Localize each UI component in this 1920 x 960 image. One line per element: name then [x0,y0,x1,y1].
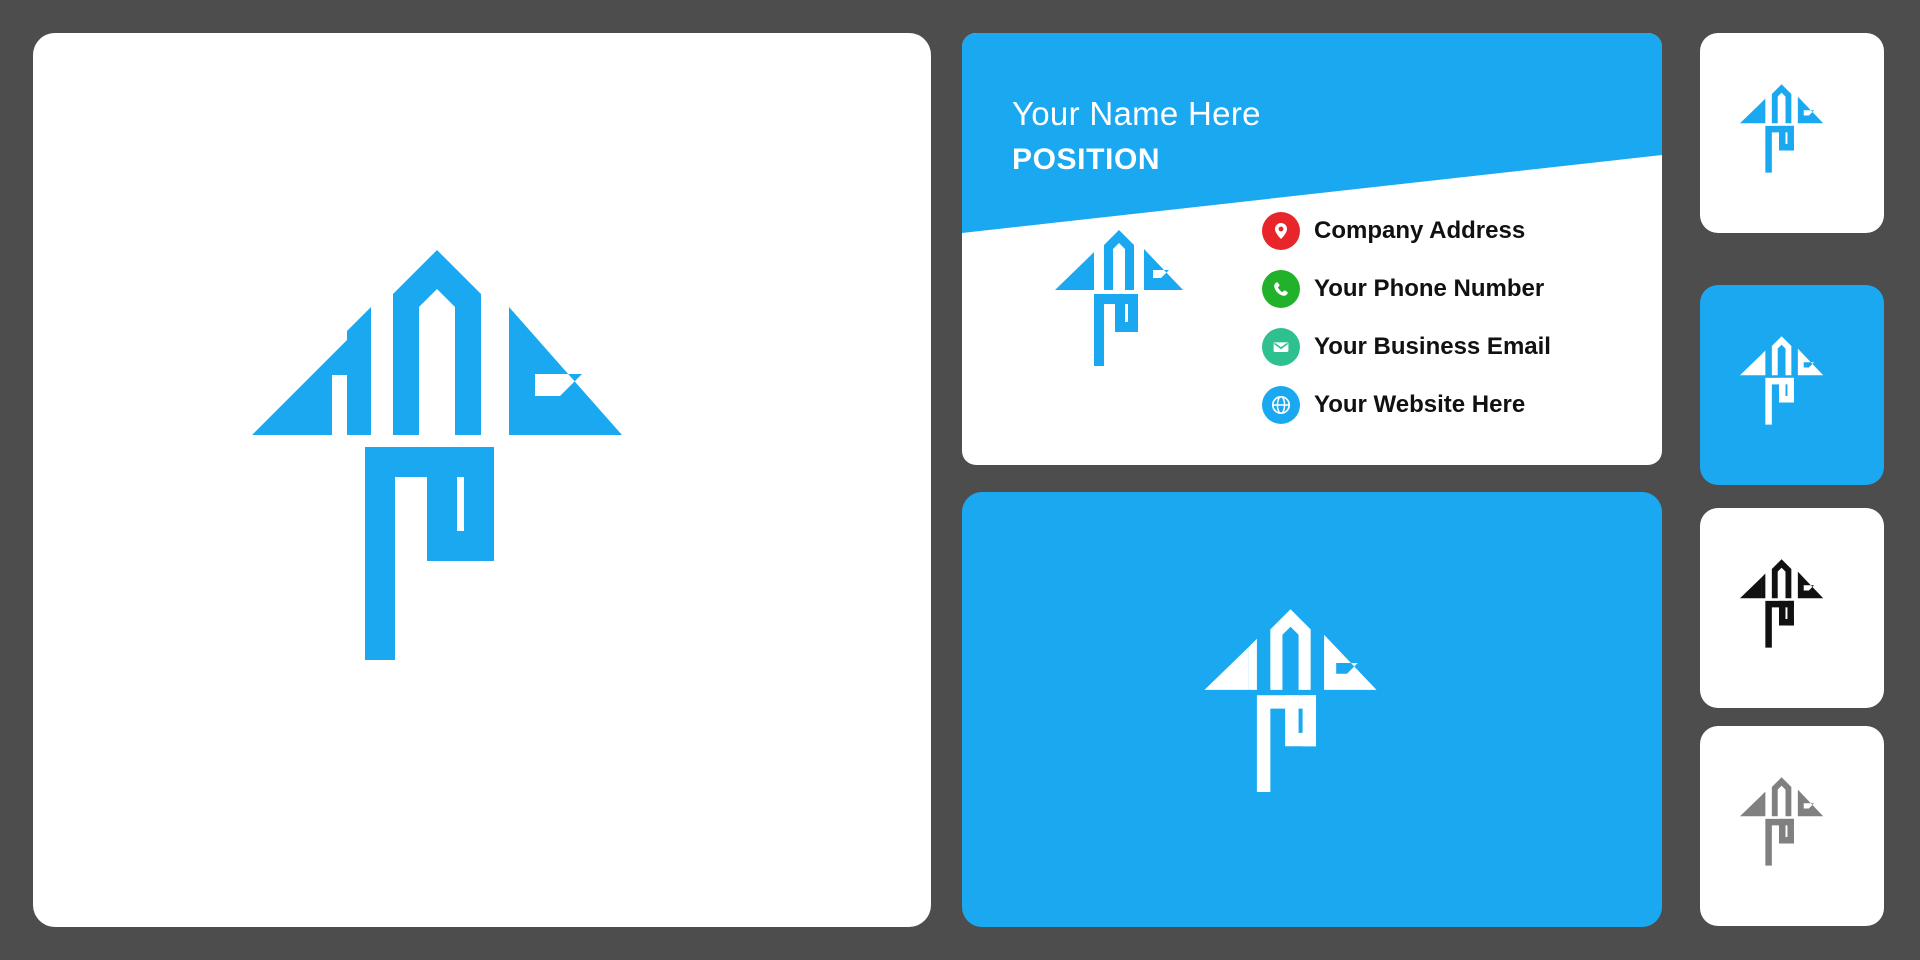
phone-icon [1262,270,1300,308]
globe-icon [1262,386,1300,424]
thumbnail-logo-white [1740,336,1824,425]
contact-row-website[interactable]: Your Website Here [1262,376,1622,434]
contact-row-address[interactable]: Company Address [1262,202,1622,260]
blue-card-logo [1204,608,1377,792]
card-position: POSITION [1012,143,1161,176]
contact-list: Company Address Your Phone Number Your B… [1262,202,1622,434]
card-logo [1055,230,1183,366]
card-name: Your Name Here [1012,95,1261,132]
thumbnail-white-on-blue [1700,285,1884,485]
arrow-house-tp-logo [252,250,622,660]
contact-label-phone: Your Phone Number [1314,275,1545,302]
contact-label-address: Company Address [1314,217,1526,244]
thumbnail-logo-black [1740,559,1824,648]
blue-brand-card [962,492,1662,927]
contact-label-website: Your Website Here [1314,391,1526,418]
location-pin-icon [1262,212,1300,250]
thumbnail-logo-gray [1740,777,1824,866]
logo-letter-p [365,447,494,660]
thumbnail-logo-blue [1740,84,1824,173]
envelope-icon [1262,328,1300,366]
thumbnail-black-on-white [1700,508,1884,708]
contact-row-phone[interactable]: Your Phone Number [1262,260,1622,318]
main-logo-panel [33,33,931,927]
contact-label-email: Your Business Email [1314,333,1551,360]
thumbnail-blue-on-white [1700,33,1884,233]
canvas: Your Name Here POSITION Company Address [0,0,1920,960]
contact-row-email[interactable]: Your Business Email [1262,318,1622,376]
thumbnail-gray-on-white [1700,726,1884,926]
